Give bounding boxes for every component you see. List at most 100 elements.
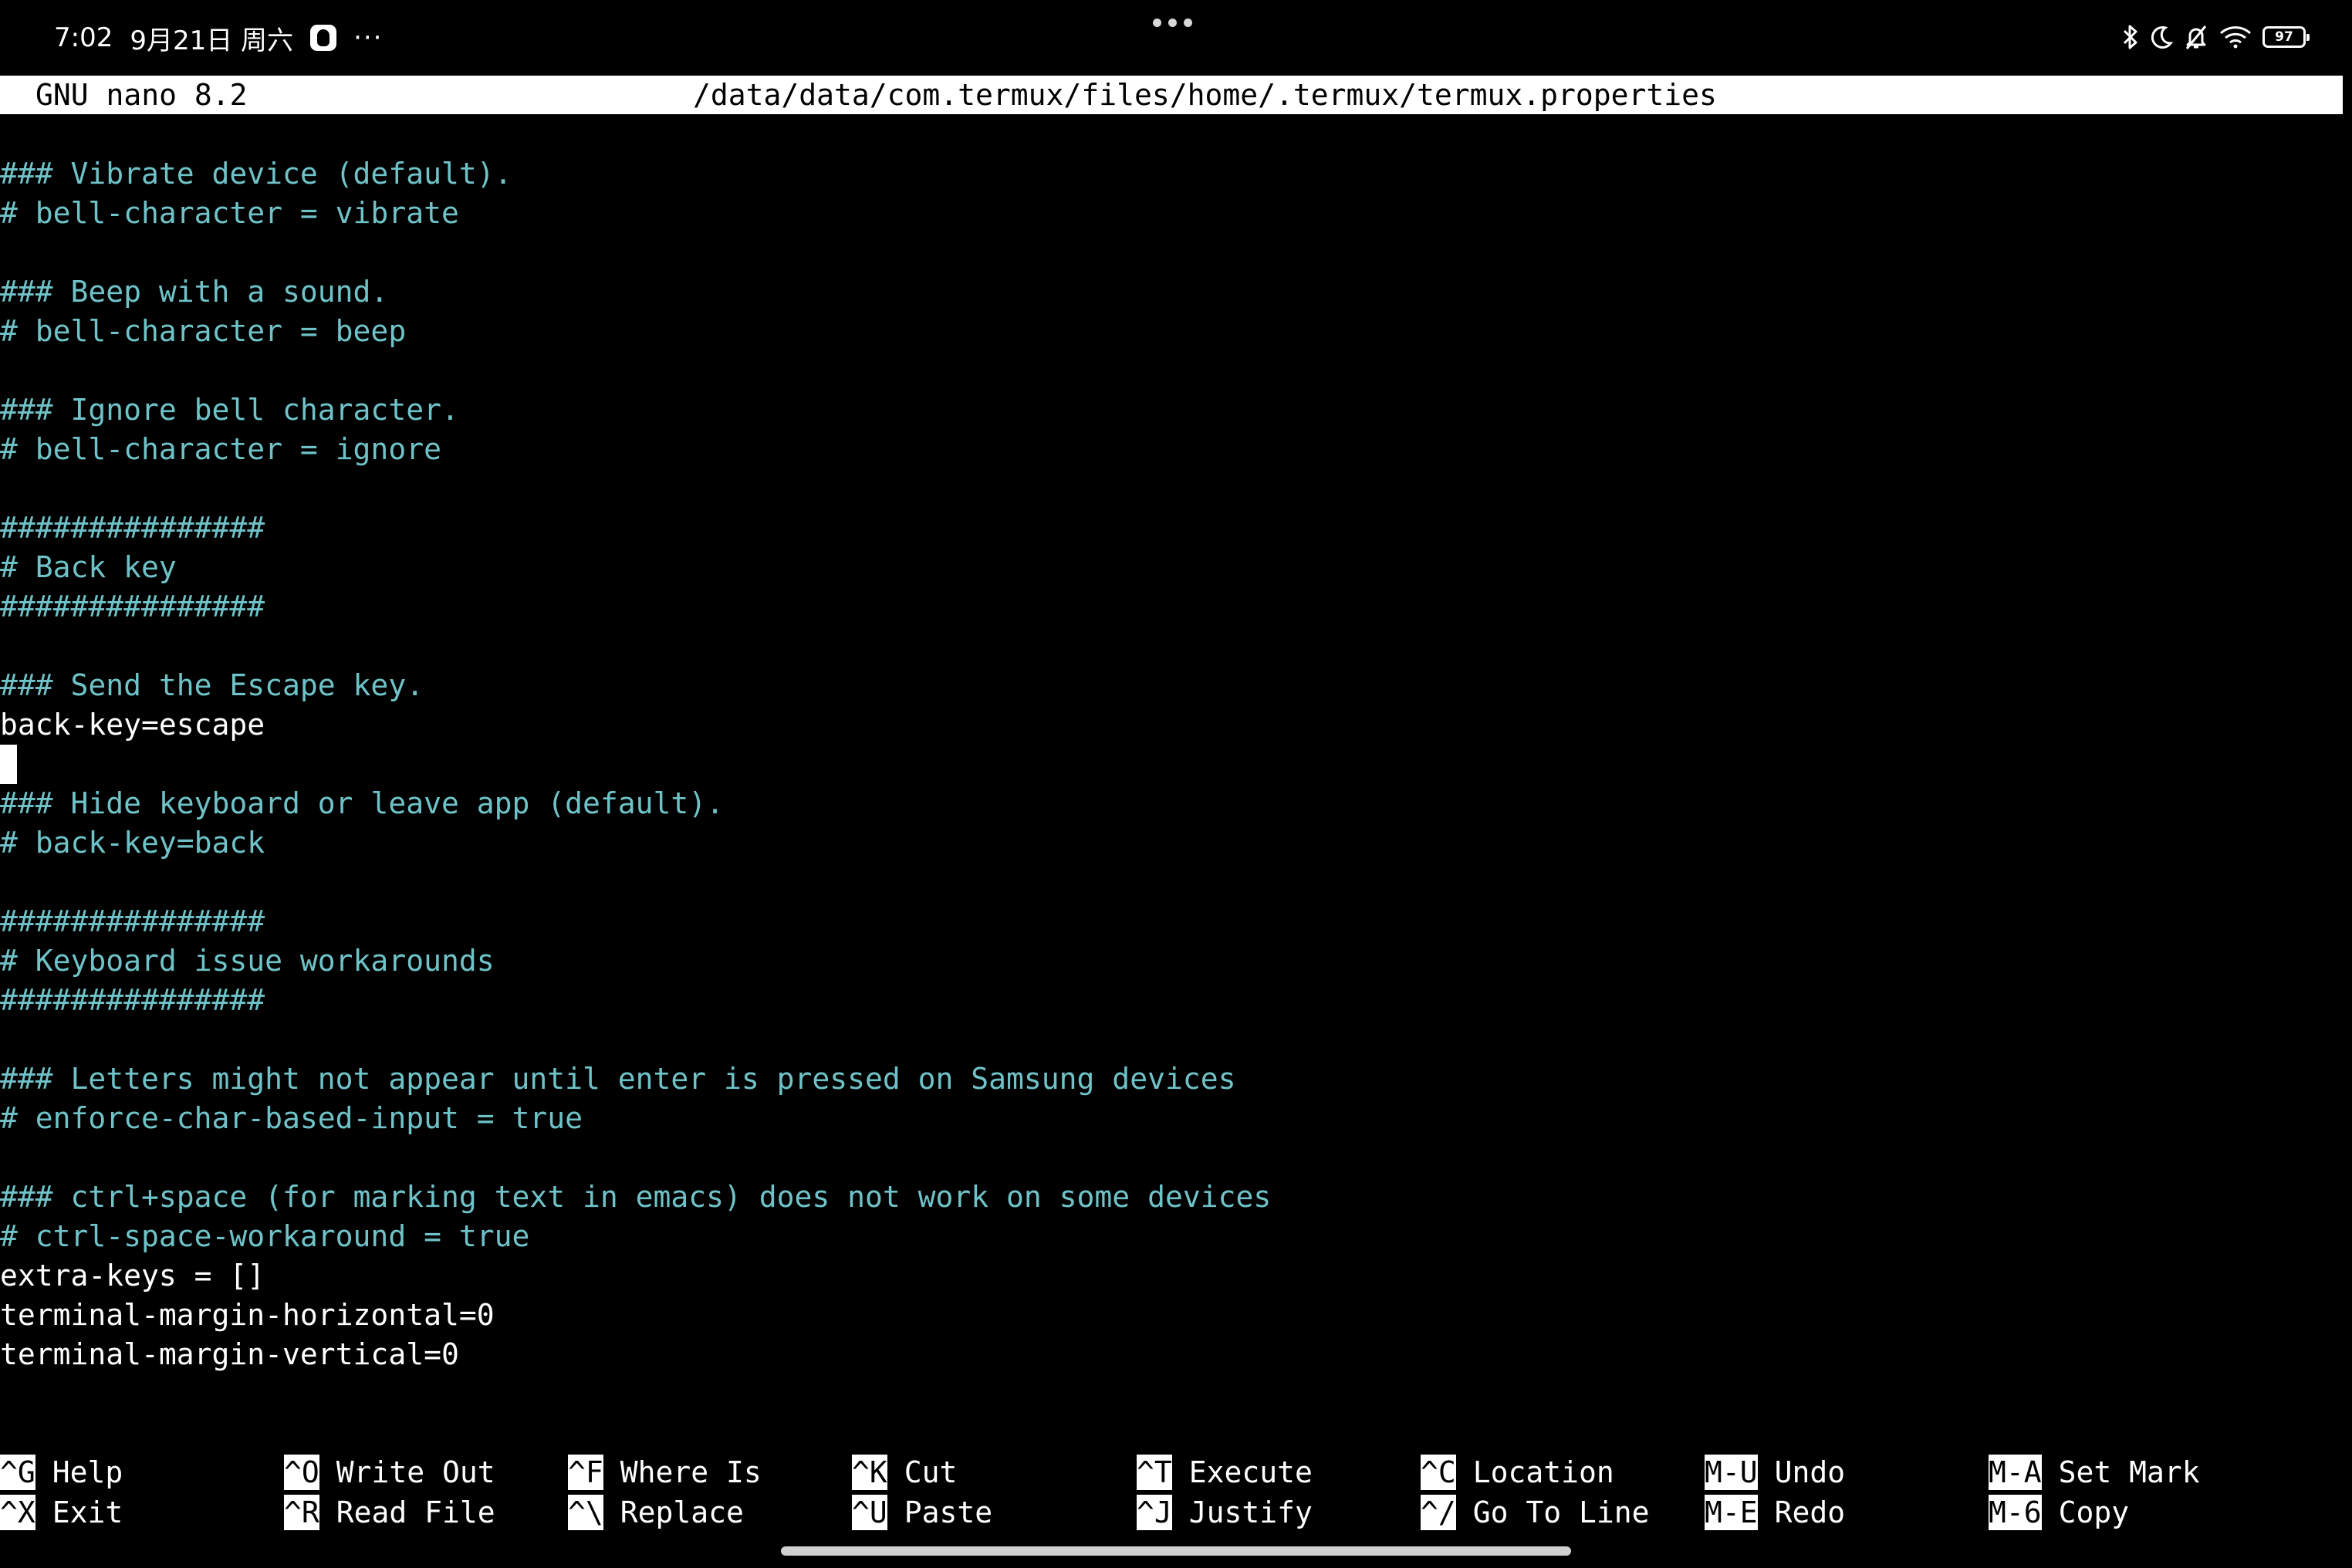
shortcut-label: Cut xyxy=(904,1455,958,1489)
shortcut-label: Undo xyxy=(1774,1455,1846,1489)
status-date: 9月21日 周六 xyxy=(130,25,294,56)
moon-icon xyxy=(2150,25,2173,49)
shortcut-label: Write Out xyxy=(336,1455,495,1489)
shortcut-key: ^K xyxy=(852,1455,887,1490)
shortcut-exit[interactable]: ^X Exit xyxy=(0,1492,123,1533)
editor-line: ### Letters might not appear until enter… xyxy=(0,1062,1236,1096)
shortcut-label: Go To Line xyxy=(1472,1495,1650,1529)
editor-line: extra-keys = [] xyxy=(0,1259,265,1293)
shortcut-label: Set Mark xyxy=(2058,1455,2200,1489)
shortcut-key: ^O xyxy=(284,1455,319,1490)
editor-line: # bell-character = ignore xyxy=(0,432,441,466)
status-bar-right: 97 xyxy=(2122,22,2310,52)
editor-line: ############### xyxy=(0,983,265,1017)
shortcut-redo[interactable]: M-E Redo xyxy=(1705,1492,1845,1533)
shortcut-label: Help xyxy=(52,1455,123,1489)
shortcut-label: Replace xyxy=(620,1495,744,1529)
qq-icon xyxy=(310,25,337,51)
shortcut-key: ^U xyxy=(852,1495,887,1530)
shortcut-key: M-U xyxy=(1705,1455,1758,1490)
shortcut-location[interactable]: ^C Location xyxy=(1421,1452,1614,1492)
shortcut-key: ^X xyxy=(0,1495,35,1530)
shortcut-help[interactable]: ^G Help xyxy=(0,1452,123,1492)
shortcut-key: ^T xyxy=(1137,1455,1172,1490)
shortcut-label: Justify xyxy=(1188,1495,1313,1529)
editor-line: ### Ignore bell character. xyxy=(0,393,459,427)
shortcut-go-to-line[interactable]: ^/ Go To Line xyxy=(1421,1492,1650,1533)
file-path: /data/data/com.termux/files/home/.termux… xyxy=(693,78,1717,112)
gesture-bar[interactable] xyxy=(781,1546,1571,1556)
editor-line: # bell-character = beep xyxy=(0,314,407,348)
shortcut-key: M-E xyxy=(1705,1495,1758,1530)
shortcut-label: Exit xyxy=(52,1495,123,1529)
shortcut-read-file[interactable]: ^R Read File xyxy=(284,1492,495,1533)
shortcut-label: Location xyxy=(1472,1455,1614,1489)
editor-line: ############### xyxy=(0,511,265,545)
editor-line: terminal-margin-vertical=0 xyxy=(0,1337,459,1371)
shortcut-label: Execute xyxy=(1188,1455,1313,1489)
editor-buffer[interactable]: ### Vibrate device (default). # bell-char… xyxy=(0,154,2352,1374)
battery-level: 97 xyxy=(2275,29,2293,45)
shortcut-key: ^C xyxy=(1421,1455,1456,1490)
shortcut-write-out[interactable]: ^O Write Out xyxy=(284,1452,495,1492)
shortcut-key: ^\ xyxy=(568,1495,603,1530)
shortcut-justify[interactable]: ^J Justify xyxy=(1137,1492,1313,1533)
status-bar: 7:02 9月21日 周六 ··· 97 xyxy=(0,0,2352,76)
status-time: 7:02 xyxy=(54,22,113,53)
shortcut-paste[interactable]: ^U Paste xyxy=(852,1492,992,1533)
shortcut-cut[interactable]: ^K Cut xyxy=(852,1452,957,1492)
nano-version: GNU nano 8.2 xyxy=(35,78,248,112)
shortcut-label: Copy xyxy=(2058,1495,2130,1529)
editor-line: ### Beep with a sound. xyxy=(0,275,389,309)
editor-line: ############### xyxy=(0,590,265,623)
shortcut-undo[interactable]: M-U Undo xyxy=(1705,1452,1845,1492)
editor-line: # Back key xyxy=(0,550,177,584)
shortcut-label: Where Is xyxy=(620,1455,762,1489)
status-more: ··· xyxy=(353,22,384,53)
shortcut-label: Redo xyxy=(1774,1495,1846,1529)
shortcut-key: M-A xyxy=(1989,1455,2042,1490)
editor-line: ### Vibrate device (default). xyxy=(0,157,512,191)
editor-line: # Keyboard issue workarounds xyxy=(0,944,495,978)
nano-title-bar: GNU nano 8.2 /data/data/com.termux/files… xyxy=(0,76,2343,114)
shortcut-key: ^G xyxy=(0,1455,35,1490)
bell-off-icon xyxy=(2184,24,2208,50)
editor-line: ### Hide keyboard or leave app (default)… xyxy=(0,786,724,820)
shortcut-key: M-6 xyxy=(1989,1495,2042,1530)
shortcut-key: ^R xyxy=(284,1495,319,1530)
shortcut-key: ^/ xyxy=(1421,1495,1456,1530)
shortcut-key: ^F xyxy=(568,1455,603,1490)
shortcut-label: Read File xyxy=(336,1495,495,1529)
shortcut-bar: ^G Help ^X Exit ^O Write Out ^R Read File ^F Wher… xyxy=(0,1452,2352,1533)
editor-line: back-key=escape xyxy=(0,708,265,742)
shortcut-where-is[interactable]: ^F Where Is xyxy=(568,1452,762,1492)
editor-line: # back-key=back xyxy=(0,826,265,860)
editor-line: ############### xyxy=(0,904,265,938)
shortcut-key: ^J xyxy=(1137,1495,1172,1530)
shortcut-copy[interactable]: M-6 Copy xyxy=(1989,1492,2129,1533)
shortcut-set-mark[interactable]: M-A Set Mark xyxy=(1989,1452,2200,1492)
editor-line: ### ctrl+space (for marking text in emac… xyxy=(0,1180,1272,1214)
shortcut-label: Paste xyxy=(904,1495,993,1529)
editor-line: # ctrl-space-workaround = true xyxy=(0,1219,530,1253)
status-bar-left: 7:02 9月21日 周六 ··· xyxy=(54,17,384,59)
wifi-icon xyxy=(2219,25,2252,49)
bluetooth-icon xyxy=(2122,24,2139,50)
battery-icon: 97 xyxy=(2262,26,2310,48)
shortcut-replace[interactable]: ^\ Replace xyxy=(568,1492,744,1533)
multitask-dots-icon[interactable] xyxy=(1153,19,1192,27)
editor-line: ### Send the Escape key. xyxy=(0,668,424,702)
text-cursor xyxy=(0,745,17,784)
editor-line: # enforce-char-based-input = true xyxy=(0,1101,583,1135)
editor-line: terminal-margin-horizontal=0 xyxy=(0,1298,495,1332)
cursor-line xyxy=(0,745,2352,784)
shortcut-execute[interactable]: ^T Execute xyxy=(1137,1452,1313,1492)
editor-line: # bell-character = vibrate xyxy=(0,196,459,230)
